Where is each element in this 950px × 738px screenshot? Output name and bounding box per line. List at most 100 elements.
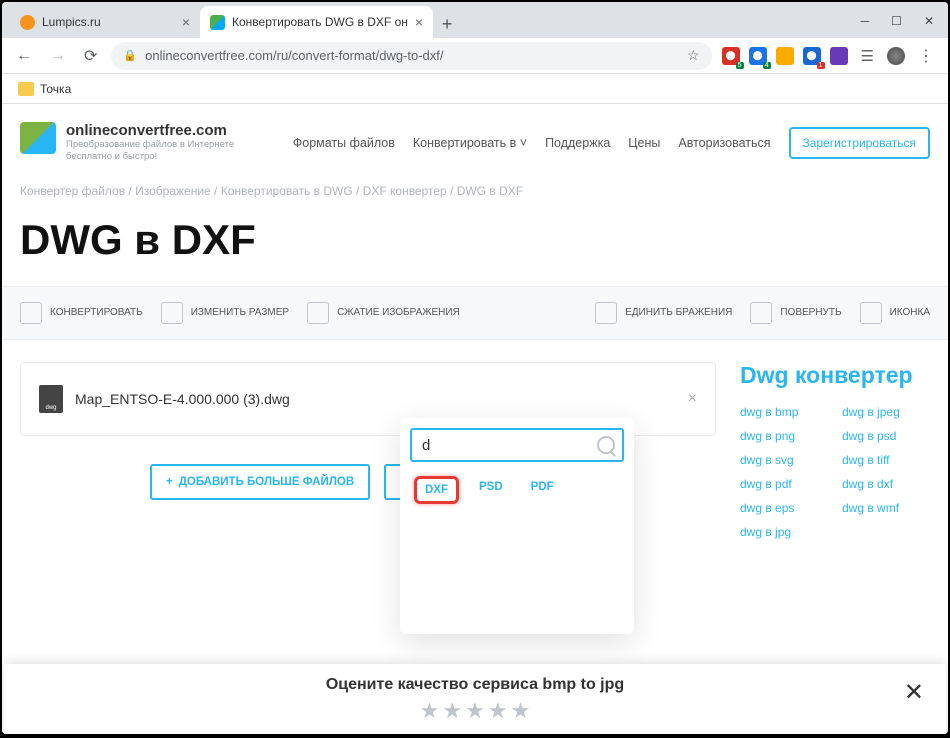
- tab-lumpics[interactable]: Lumpics.ru ×: [10, 6, 200, 38]
- side-link[interactable]: dwg в psd: [842, 429, 930, 443]
- brand-name: onlineconvertfree.com: [66, 122, 246, 139]
- nav-login[interactable]: Авторизоваться: [678, 136, 770, 150]
- bookmark-item[interactable]: Точка: [40, 82, 71, 96]
- star-icon[interactable]: ★: [420, 698, 440, 724]
- file-name: Map_ENTSO-E-4.000.000 (3).dwg: [75, 391, 290, 407]
- menu-icon[interactable]: ⋮: [914, 42, 938, 70]
- close-icon[interactable]: ×: [415, 14, 423, 30]
- search-icon: [597, 436, 615, 454]
- minimize-icon[interactable]: ─: [861, 14, 870, 28]
- remove-file-button[interactable]: ×: [688, 390, 697, 408]
- format-result-pdf[interactable]: PDF: [523, 476, 562, 504]
- side-link[interactable]: dwg в jpg: [740, 525, 828, 539]
- tool-rotate[interactable]: ПОВЕРНУТЬ: [750, 302, 841, 324]
- extensions: ⬤5 ⬤4 ⬤1 ☰ ⋮: [722, 42, 938, 70]
- register-button[interactable]: Зарегистрироваться: [789, 127, 930, 159]
- sidebar: Dwg конвертер dwg в bmp dwg в jpeg dwg в…: [740, 362, 930, 539]
- format-result-psd[interactable]: PSD: [471, 476, 511, 504]
- nav-formats[interactable]: Форматы файлов: [293, 136, 395, 150]
- format-search-input[interactable]: [410, 428, 624, 462]
- logo-icon: [20, 122, 56, 154]
- url-text: onlineconvertfree.com/ru/convert-format/…: [145, 48, 679, 63]
- tabs: Lumpics.ru × Конвертировать DWG в DXF он…: [2, 6, 861, 38]
- window-controls: ─ ☐ ✕: [861, 14, 948, 38]
- browser-toolbar: ← → ⟳ 🔒 onlineconvertfree.com/ru/convert…: [2, 38, 948, 74]
- side-link[interactable]: dwg в svg: [740, 453, 828, 467]
- side-link[interactable]: dwg в dxf: [842, 477, 930, 491]
- add-more-button[interactable]: +ДОБАВИТЬ БОЛЬШЕ ФАЙЛОВ: [150, 464, 370, 500]
- tab-convert[interactable]: Конвертировать DWG в DXF он ×: [200, 6, 433, 38]
- breadcrumb: Конвертер файлов / Изображение / Конверт…: [2, 180, 948, 208]
- star-icon[interactable]: ★: [442, 698, 462, 724]
- nav-support[interactable]: Поддержка: [545, 136, 610, 150]
- iconize-icon: [860, 302, 882, 324]
- rotate-icon: [750, 302, 772, 324]
- rating-banner: Оцените качество сервиса bmp to jpg ★ ★ …: [4, 664, 946, 734]
- star-icon[interactable]: ★: [488, 698, 508, 724]
- lock-icon: 🔒: [123, 49, 137, 62]
- plus-icon: +: [166, 476, 173, 488]
- logo[interactable]: onlineconvertfree.com Преобразование фай…: [20, 122, 246, 164]
- tool-compress[interactable]: СЖАТИЕ ИЗОБРАЖЕНИЯ: [307, 302, 460, 324]
- ext-icon-3[interactable]: [776, 47, 794, 65]
- back-button[interactable]: ←: [12, 43, 36, 69]
- url-bar[interactable]: 🔒 onlineconvertfree.com/ru/convert-forma…: [111, 42, 711, 70]
- bc-5[interactable]: DWG в DXF: [457, 184, 523, 198]
- reload-button[interactable]: ⟳: [80, 42, 101, 70]
- reading-list-icon[interactable]: ☰: [857, 43, 878, 69]
- close-icon[interactable]: ✕: [924, 14, 934, 28]
- titlebar: Lumpics.ru × Конвертировать DWG в DXF он…: [2, 2, 948, 38]
- format-result-dxf[interactable]: DXF: [414, 476, 459, 504]
- tool-convert[interactable]: КОНВЕРТИРОВАТЬ: [20, 302, 143, 324]
- page-content: onlineconvertfree.com Преобразование фай…: [2, 104, 948, 734]
- resize-icon: [161, 302, 183, 324]
- maximize-icon[interactable]: ☐: [891, 14, 902, 28]
- rating-stars: ★ ★ ★ ★ ★: [4, 698, 946, 724]
- format-results: DXF PSD PDF: [410, 462, 624, 624]
- bc-2[interactable]: Изображение: [135, 184, 211, 198]
- nav-prices[interactable]: Цены: [628, 136, 660, 150]
- side-link[interactable]: dwg в jpeg: [842, 405, 930, 419]
- tool-resize[interactable]: ИЗМЕНИТЬ РАЗМЕР: [161, 302, 289, 324]
- brand-tagline: Преобразование файлов в Интернете беспла…: [66, 139, 246, 164]
- new-tab-button[interactable]: +: [433, 10, 461, 38]
- side-link[interactable]: dwg в tiff: [842, 453, 930, 467]
- compress-icon: [307, 302, 329, 324]
- format-popup: DXF PSD PDF: [400, 418, 634, 634]
- sidebar-title[interactable]: Dwg конвертер: [740, 362, 930, 389]
- bc-4[interactable]: DXF конвертер: [363, 184, 447, 198]
- tool-merge[interactable]: ЕДИНИТЬ БРАЖЕНИЯ: [595, 302, 732, 324]
- bc-1[interactable]: Конвертер файлов: [20, 184, 125, 198]
- sidebar-links: dwg в bmp dwg в jpeg dwg в png dwg в psd…: [740, 405, 930, 539]
- side-link[interactable]: dwg в eps: [740, 501, 828, 515]
- avatar[interactable]: [887, 47, 905, 65]
- star-icon[interactable]: ★: [465, 698, 485, 724]
- site-header: onlineconvertfree.com Преобразование фай…: [2, 104, 948, 180]
- main-nav: Форматы файлов Конвертировать в ˅ Поддер…: [293, 127, 930, 159]
- tab-title: Lumpics.ru: [42, 15, 175, 29]
- ext-icon-2[interactable]: ⬤4: [749, 47, 767, 65]
- dwg-file-icon: [39, 385, 63, 413]
- nav-convert[interactable]: Конвертировать в ˅: [413, 136, 527, 150]
- tool-icon[interactable]: ИКОНКА: [860, 302, 930, 324]
- tab-title: Конвертировать DWG в DXF он: [232, 15, 408, 29]
- ext-icon-1[interactable]: ⬤5: [722, 47, 740, 65]
- rating-title: Оцените качество сервиса bmp to jpg: [4, 676, 946, 694]
- bc-3[interactable]: Конвертировать в DWG: [221, 184, 353, 198]
- convert-favicon: [210, 15, 225, 30]
- side-link[interactable]: dwg в png: [740, 429, 828, 443]
- ext-icon-4[interactable]: ⬤1: [803, 47, 821, 65]
- close-icon[interactable]: ×: [182, 14, 190, 30]
- star-icon[interactable]: ☆: [687, 47, 700, 64]
- tool-strip: КОНВЕРТИРОВАТЬ ИЗМЕНИТЬ РАЗМЕР СЖАТИЕ ИЗ…: [2, 286, 948, 340]
- bookmarks-bar: Точка: [2, 74, 948, 104]
- side-link[interactable]: dwg в wmf: [842, 501, 930, 515]
- close-icon[interactable]: ✕: [904, 678, 924, 707]
- side-link[interactable]: dwg в pdf: [740, 477, 828, 491]
- forward-button: →: [46, 43, 70, 69]
- star-icon[interactable]: ★: [511, 698, 531, 724]
- side-link[interactable]: dwg в bmp: [740, 405, 828, 419]
- ext-icon-5[interactable]: [830, 47, 848, 65]
- chevron-down-icon: ˅: [520, 136, 527, 150]
- folder-icon: [18, 82, 34, 96]
